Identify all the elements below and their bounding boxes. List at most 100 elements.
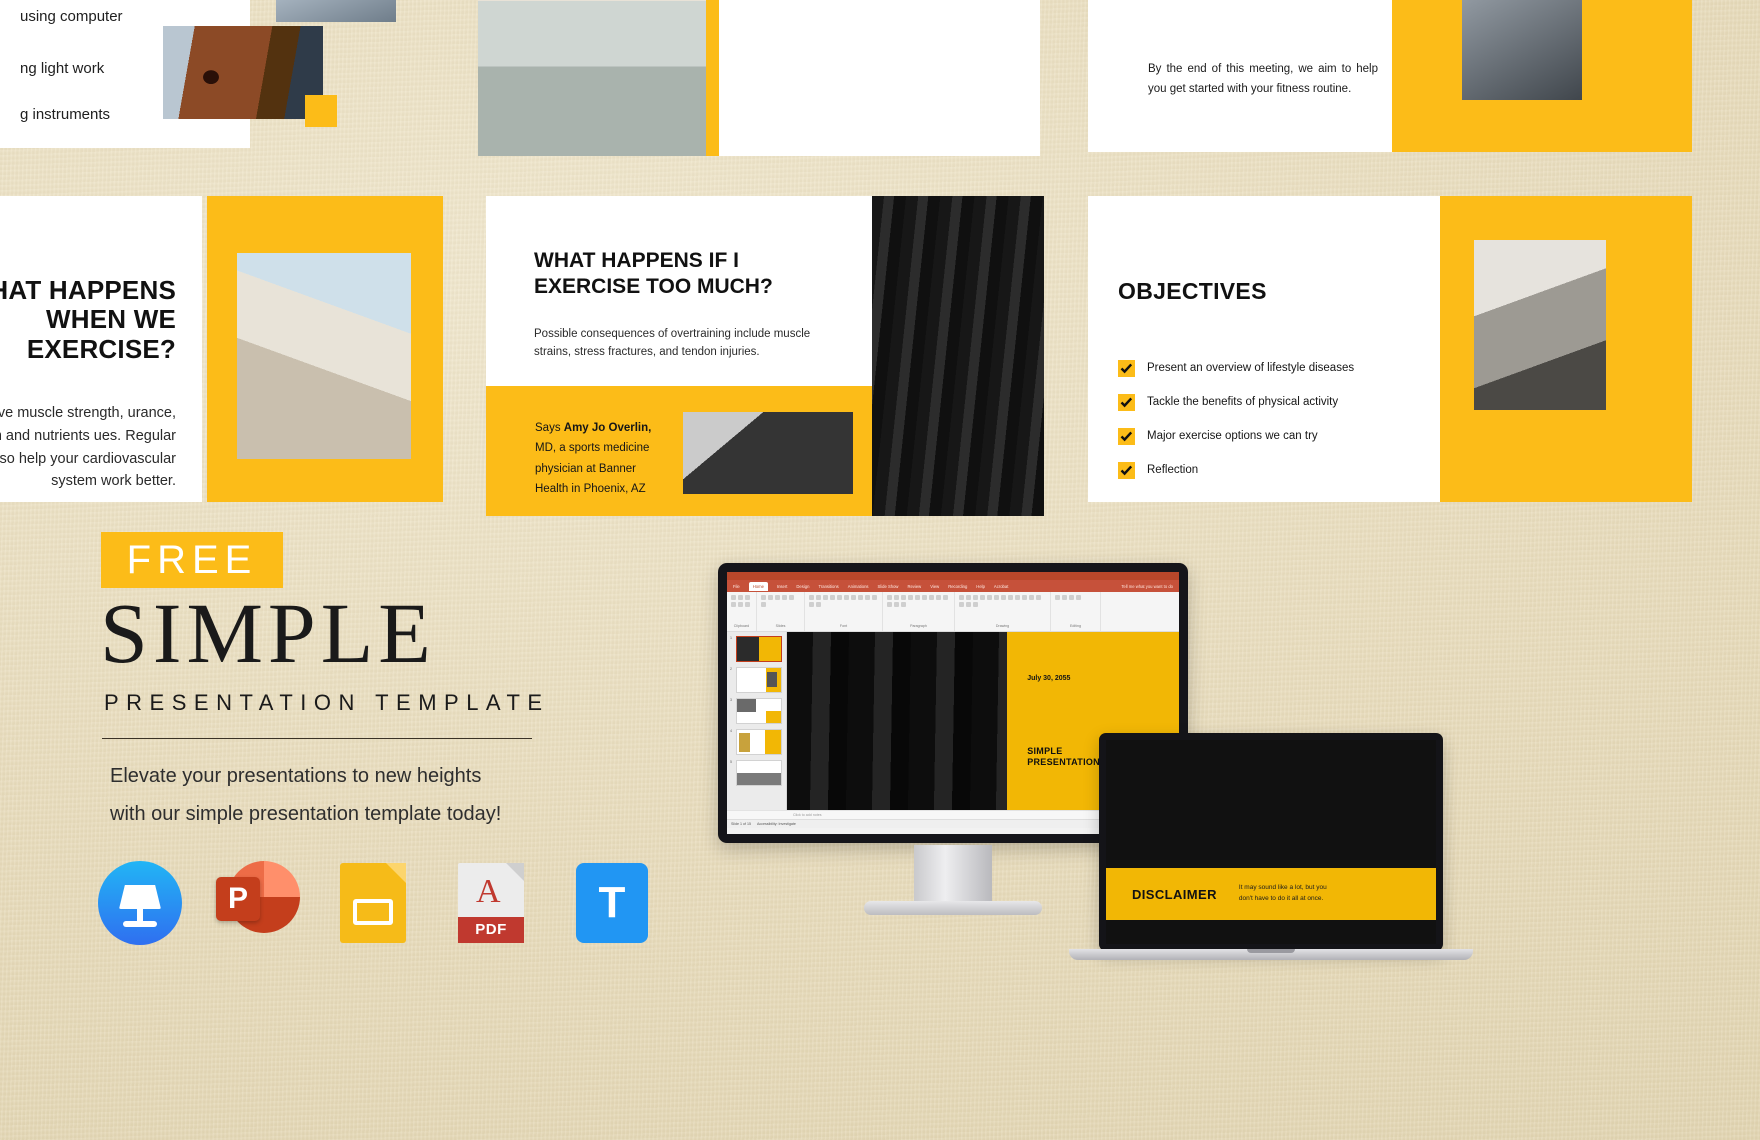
slide-thumbnail[interactable]: 2 bbox=[730, 667, 783, 693]
thumbnail-number: 1 bbox=[730, 636, 732, 640]
ribbon-icons bbox=[731, 595, 752, 607]
tab-acrobat[interactable]: Acrobat bbox=[994, 584, 1008, 589]
slide-thumbnail[interactable]: 1 bbox=[730, 636, 783, 662]
slide-top-center: should I exercise? How often is regular … bbox=[478, 0, 1040, 156]
ribbon-group-label: Font bbox=[839, 624, 848, 628]
divider bbox=[102, 738, 532, 739]
powerpoint-letter: P bbox=[227, 882, 248, 915]
ribbon-group-label: Editing bbox=[1070, 624, 1081, 628]
free-badge: FREE bbox=[101, 532, 283, 588]
poster-stage: using computer ng light work g instrumen… bbox=[0, 0, 1760, 1140]
monitor-base bbox=[864, 901, 1042, 915]
tab-design[interactable]: Design bbox=[796, 584, 809, 589]
thumbnail-number: 4 bbox=[730, 729, 732, 733]
ribbon-icons bbox=[1055, 595, 1096, 600]
tell-me-search[interactable]: Tell me what you want to do bbox=[1121, 584, 1173, 589]
ribbon-group-editing[interactable]: Editing bbox=[1051, 592, 1101, 631]
slide-top-left-bullet-3: g instruments bbox=[20, 106, 111, 123]
thumbnail-preview bbox=[736, 760, 782, 786]
checklist-label: Reflection bbox=[1147, 464, 1199, 476]
tab-recording[interactable]: Recording bbox=[948, 584, 967, 589]
template-icon[interactable]: T bbox=[570, 861, 654, 945]
laptop-mockup: DISCLAIMER It may sound like a lot, but … bbox=[1069, 733, 1473, 971]
ribbon-group-font[interactable]: Font bbox=[805, 592, 883, 631]
slide-mid-right: OBJECTIVES Present an overview of lifest… bbox=[1088, 196, 1440, 502]
slide-thumbnail[interactable]: 3 bbox=[730, 698, 783, 724]
slide-mid-center: WHAT HAPPENS IF I EXERCISE TOO MUCH? Pos… bbox=[486, 196, 872, 386]
powerpoint-ribbon: Clipboard Slides Font Paragraph Drawing … bbox=[727, 592, 1179, 632]
slide-thumbnail-panel[interactable]: 1 2 3 4 5 bbox=[727, 632, 787, 810]
tagline-line-1: Elevate your presentations to new height… bbox=[110, 765, 482, 787]
quote-rest: MD, a sports medicine physician at Banne… bbox=[535, 442, 650, 496]
slide-mid-center-title: WHAT HAPPENS IF I EXERCISE TOO MUCH? bbox=[534, 249, 773, 298]
format-icon-row: P A PDF T bbox=[98, 861, 654, 945]
page-fold bbox=[506, 863, 524, 881]
acrobat-glyph: A bbox=[476, 873, 501, 910]
ribbon-group-drawing[interactable]: Drawing bbox=[955, 592, 1051, 631]
ribbon-group-paragraph[interactable]: Paragraph bbox=[883, 592, 955, 631]
tab-review[interactable]: Review bbox=[907, 584, 921, 589]
photo-bridge-plank bbox=[237, 253, 411, 459]
check-icon bbox=[1118, 461, 1135, 479]
slide-thumbnail[interactable]: 4 bbox=[730, 729, 783, 755]
page-fold bbox=[386, 863, 406, 883]
slide-mid-center-quote: Says Amy Jo Overlin, MD, a sports medici… bbox=[535, 418, 655, 500]
ribbon-group-clipboard[interactable]: Clipboard bbox=[727, 592, 757, 631]
tab-animations[interactable]: Animations bbox=[848, 584, 869, 589]
ribbon-group-label: Slides bbox=[775, 624, 786, 628]
template-letter: T bbox=[598, 878, 626, 927]
tab-home[interactable]: Home bbox=[748, 581, 768, 591]
photo-dumbbell-rack bbox=[872, 196, 1044, 516]
slide-mid-left: WHAT HAPPENS WHEN WE EXERCISE? al activi… bbox=[0, 196, 202, 502]
powerpoint-ribbon-tabs: File Home Insert Design Transitions Anim… bbox=[727, 580, 1179, 592]
slide-top-left-bullet-2: ng light work bbox=[20, 60, 105, 77]
quote-name: Amy Jo Overlin, bbox=[563, 422, 652, 434]
google-slides-icon[interactable] bbox=[334, 861, 418, 945]
checklist-label: Major exercise options we can try bbox=[1147, 430, 1318, 442]
powerpoint-titlebar bbox=[727, 572, 1179, 580]
disclaimer-line-2: don't have to do it all at once. bbox=[1238, 895, 1324, 902]
checklist-item: Tackle the benefits of physical activity bbox=[1118, 385, 1418, 419]
tab-view[interactable]: View bbox=[930, 584, 939, 589]
tab-file[interactable]: File bbox=[733, 584, 740, 589]
slide-top-right-body: By the end of this meeting, we aim to he… bbox=[1148, 63, 1378, 95]
tab-slide-show[interactable]: Slide Show bbox=[878, 584, 899, 589]
pdf-icon[interactable]: A PDF bbox=[452, 861, 536, 945]
row-separator-top bbox=[0, 152, 1760, 196]
page-subtitle: PRESENTATION TEMPLATE bbox=[104, 690, 550, 715]
laptop-bezel: DISCLAIMER It may sound like a lot, but … bbox=[1099, 733, 1443, 951]
objectives-checklist: Present an overview of lifestyle disease… bbox=[1118, 351, 1418, 487]
slide-mid-left-title: WHAT HAPPENS WHEN WE EXERCISE? bbox=[0, 275, 176, 364]
template-tile: T bbox=[576, 863, 648, 943]
slide-top-right: By the end of this meeting, we aim to he… bbox=[1088, 0, 1440, 152]
laptop-screen: DISCLAIMER It may sound like a lot, but … bbox=[1106, 740, 1436, 944]
slide-title-line-1: SIMPLE bbox=[1027, 745, 1063, 756]
check-icon bbox=[1118, 393, 1135, 411]
thumbnail-preview bbox=[736, 636, 782, 662]
slides-page bbox=[340, 863, 406, 943]
accent-bar-top-center bbox=[706, 0, 719, 156]
disclaimer-heading: DISCLAIMER bbox=[1132, 886, 1217, 902]
accent-square-guitar bbox=[305, 95, 337, 127]
monitor-stand bbox=[914, 845, 992, 903]
checklist-label: Present an overview of lifestyle disease… bbox=[1147, 362, 1355, 374]
powerpoint-icon[interactable]: P bbox=[216, 861, 300, 945]
lamp-shade bbox=[119, 885, 161, 909]
check-icon bbox=[1118, 427, 1135, 445]
keynote-icon[interactable] bbox=[98, 861, 182, 945]
ribbon-icons bbox=[761, 595, 800, 607]
tab-transitions[interactable]: Transitions bbox=[818, 584, 838, 589]
ribbon-group-slides[interactable]: Slides bbox=[757, 592, 805, 631]
photo-punching-bags bbox=[787, 632, 1007, 810]
disclaimer-band: DISCLAIMER It may sound like a lot, but … bbox=[1106, 868, 1436, 920]
photo-guitar bbox=[163, 26, 323, 119]
status-accessibility[interactable]: Accessibility: Investigate bbox=[757, 822, 796, 826]
ribbon-icons bbox=[887, 595, 950, 607]
page-title: SIMPLE bbox=[100, 585, 436, 681]
tab-help[interactable]: Help bbox=[976, 584, 985, 589]
ribbon-group-label: Clipboard bbox=[733, 624, 750, 628]
laptop-notch bbox=[1247, 949, 1295, 953]
tab-insert[interactable]: Insert bbox=[777, 584, 787, 589]
row-separator-middle bbox=[0, 502, 1760, 524]
slide-thumbnail[interactable]: 5 bbox=[730, 760, 783, 786]
